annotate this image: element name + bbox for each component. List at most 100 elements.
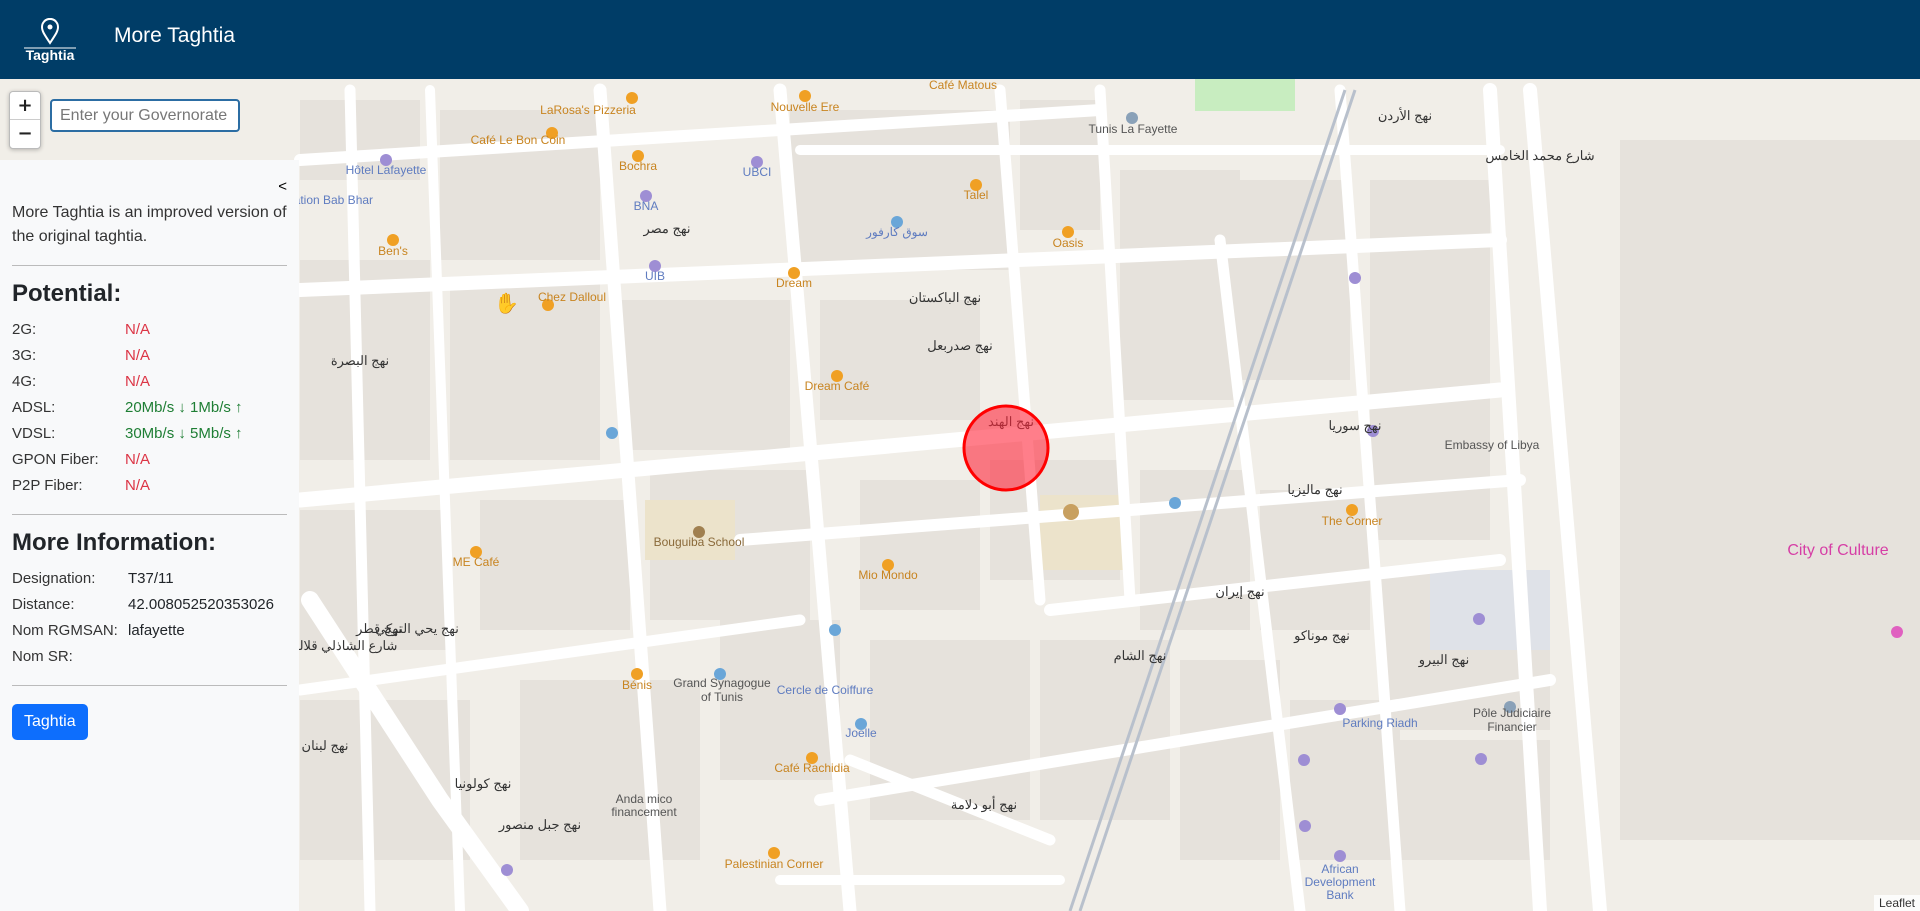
poi-label: Cercle de Coiffure [777,683,874,697]
poi-label: Nouvelle Ere [771,100,840,114]
divider [12,265,287,266]
poi-label: Bouguiba School [654,535,745,549]
street-label: نهج البيرو [1418,652,1469,668]
poi-label: Café Matous [929,79,997,92]
street-label: نهج صدربعل [927,338,993,354]
potential-value: 30Mb/s ↓ 5Mb/s ↑ [125,424,243,442]
poi-label: Anda mico [616,792,673,806]
street-label: نهج البصرة [331,353,389,369]
potential-row: 4G: N/A [12,368,287,394]
info-value: lafayette [128,621,185,639]
zoom-control: + − [9,91,41,149]
potential-value: N/A [125,372,151,390]
collapse-sidebar-button[interactable]: < [278,178,287,195]
poi-label: African [1321,862,1358,876]
potential-row: P2P Fiber: N/A [12,472,287,498]
potential-row: 3G: N/A [12,342,287,368]
potential-value: N/A [125,346,151,364]
street-label: نهج موناكو [1293,628,1350,644]
poi-label: The Corner [1322,514,1383,528]
poi-label: Financier [1487,720,1536,734]
potential-row: GPON Fiber: N/A [12,446,287,472]
poi-label: financement [611,805,677,819]
zoom-out-button[interactable]: − [10,120,40,148]
poi-label: Embassy of Libya [1445,438,1540,452]
divider [12,685,287,686]
info-row: Nom RGMSAN: lafayette [12,617,287,643]
coverage-marker[interactable] [962,404,1050,492]
poi-label: UIB [645,269,665,283]
street-label: نهج أبو دلامة [951,796,1017,813]
poi-label: Ben's [378,244,408,258]
street-label: نهج إيران [1215,584,1264,600]
poi-label: Development [1305,875,1376,889]
info-row: Distance: 42.008052520353026 [12,591,287,617]
street-label: نهج لبنان [302,738,349,754]
poi-label: BNA [634,199,659,213]
poi-label: City of Culture [1787,542,1888,559]
poi-label: Chez Dalloul [538,290,606,304]
info-value: T37/11 [128,569,174,587]
potential-value: N/A [125,450,151,468]
divider [12,514,287,515]
poi-label: Joelle [845,726,877,740]
street-label: نهج جبل منصور [498,817,581,833]
poi-label: Mio Mondo [858,568,918,582]
street-label: نهج الأردن [1378,107,1432,124]
street-label: نهج سوريا [1328,418,1381,434]
poi-label: gation Bab Bhar [287,193,373,207]
zoom-in-button[interactable]: + [10,92,40,120]
street-label: نهج الباكستان [909,290,981,306]
poi-label: UBCI [743,165,772,179]
potential-label: GPON Fiber: [12,450,99,468]
poi-label: ME Café [453,555,500,569]
info-row: Designation: T37/11 [12,565,287,591]
potential-row: 2G: N/A [12,316,287,342]
potential-list: 2G: N/A 3G: N/A 4G: N/A ADSL: 20Mb/s ↓ 1Mb/s ↑ V… [12,316,287,498]
poi-label: LaRosa's Pizzeria [540,103,636,117]
info-label: Distance: [12,595,75,613]
potential-label: 3G: [12,346,37,364]
hand-cursor-icon: ✋ [494,293,519,315]
poi-label: Tunis La Fayette [1089,122,1178,136]
poi-label: Café Le Bon Coin [471,133,566,147]
taghtia-button[interactable]: Taghtia [12,704,88,740]
potential-row: ADSL: 20Mb/s ↓ 1Mb/s ↑ [12,394,287,420]
taghtia-logo[interactable]: Taghtia [18,12,82,68]
potential-label: 4G: [12,372,37,390]
logo-text: Taghtia [25,47,75,63]
poi-label: Hôtel Lafayette [346,163,427,177]
potential-label: P2P Fiber: [12,476,83,494]
poi-label: Pôle Judiciaire [1473,706,1551,720]
poi-label: Dream [776,276,812,290]
poi-label: Talel [964,188,989,202]
potential-label: ADSL: [12,398,56,416]
app-header: Taghtia More Taghtia [0,0,1920,79]
poi-label: of Tunis [701,690,743,704]
poi-label: Oasis [1053,236,1084,250]
potential-heading: Potential: [12,280,122,307]
poi-label: Bochra [619,159,657,173]
potential-label: 2G: [12,320,37,338]
info-row: Nom SR: [12,643,287,669]
street-label: نهج قطر [355,621,402,637]
info-sidebar: < More Taghtia is an improved version of… [0,160,299,911]
potential-label: VDSL: [12,424,56,442]
street-label: نهج مصر [642,221,690,237]
governorate-search-input[interactable] [50,99,240,132]
poi-label: Café Rachidia [774,761,850,775]
intro-text: More Taghtia is an improved version of t… [12,204,287,245]
info-list: Designation: T37/11 Distance: 42.0080525203… [12,565,287,669]
potential-row: VDSL: 30Mb/s ↓ 5Mb/s ↑ [12,420,287,446]
street-label: نهج كولونيا [455,776,512,792]
app-title: More Taghtia [114,24,236,47]
map-attribution[interactable]: Leaflet [1873,895,1920,911]
poi-label: Palestinian Corner [725,857,824,871]
potential-value: N/A [125,320,151,338]
poi-label: سوق كارفور [865,225,928,239]
poi-label: Grand Synagogue [673,676,771,690]
info-label: Nom SR: [12,647,73,665]
poi-label: Dream Café [805,379,870,393]
poi-label: Parking Riadh [1342,716,1417,730]
street-label: نهج الشام [1114,648,1167,664]
